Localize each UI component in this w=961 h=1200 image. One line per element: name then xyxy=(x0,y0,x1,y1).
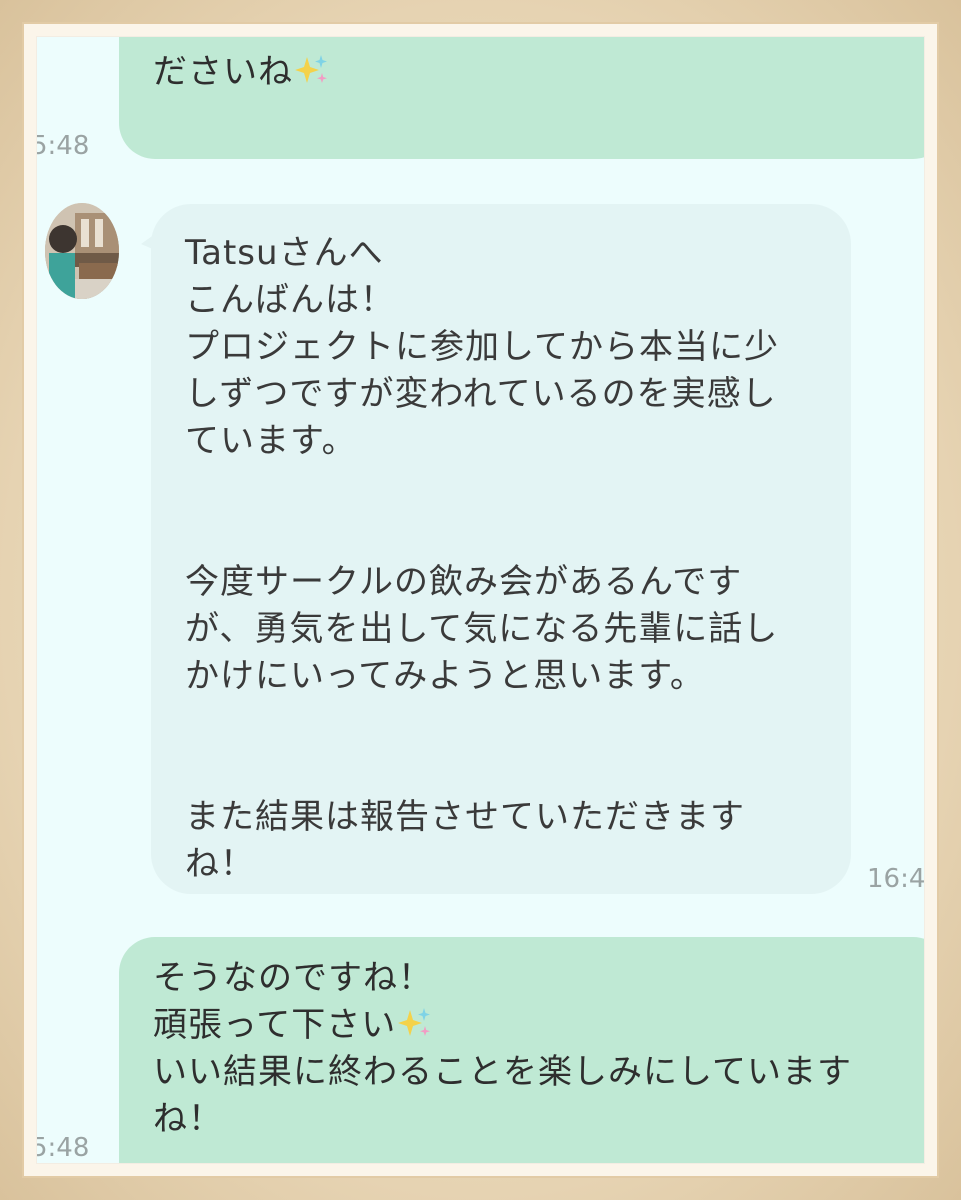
message-line: が、勇気を出して気になる先輩に話し xyxy=(185,609,779,649)
message-line: 今度サークルの飲み会があるんです xyxy=(185,562,743,602)
message-line: ています。 xyxy=(185,421,357,461)
message-line: ね！ xyxy=(185,844,255,884)
avatar-image xyxy=(45,203,119,299)
message-line: 頑張って下さい xyxy=(153,1002,924,1049)
message-line: ね！ xyxy=(153,1099,223,1139)
message-line: また結果は報告させていただきます xyxy=(185,797,745,837)
outgoing-message[interactable]: ださいね xyxy=(119,37,924,159)
incoming-message[interactable]: Tatsuさんへ こんばんは！ プロジェクトに参加してから本当に少 しずつですが… xyxy=(141,204,851,894)
message-line: こんばんは！ xyxy=(185,280,395,320)
message-line: そうなのですね！ xyxy=(153,958,433,998)
sparkles-icon xyxy=(295,55,327,83)
outgoing-message[interactable]: そうなのですね！ 頑張って下さい いい結果に終わることを楽しみにしています ね！ xyxy=(119,937,924,1163)
user-avatar[interactable] xyxy=(45,203,119,299)
message-line: しずつですが変われているのを実感し xyxy=(185,374,777,414)
message-line: プロジェクトに参加してから本当に少 xyxy=(185,327,779,367)
message-line: Tatsuさんへ xyxy=(185,233,384,273)
message-line: ださいね xyxy=(153,49,924,96)
chat-screen: ださいね 5:48 Tatsuさんへ こんばんは！ プロジェクトに参加してから本… xyxy=(36,36,925,1164)
message-line: いい結果に終わることを楽しみにしています xyxy=(153,1052,852,1092)
message-timestamp: 5:48 xyxy=(36,131,90,161)
sparkles-icon xyxy=(398,1008,431,1036)
message-timestamp: 5:48 xyxy=(36,1133,90,1163)
message-line: かけにいってみようと思います。 xyxy=(185,656,705,696)
message-timestamp: 16:4 xyxy=(867,864,925,894)
